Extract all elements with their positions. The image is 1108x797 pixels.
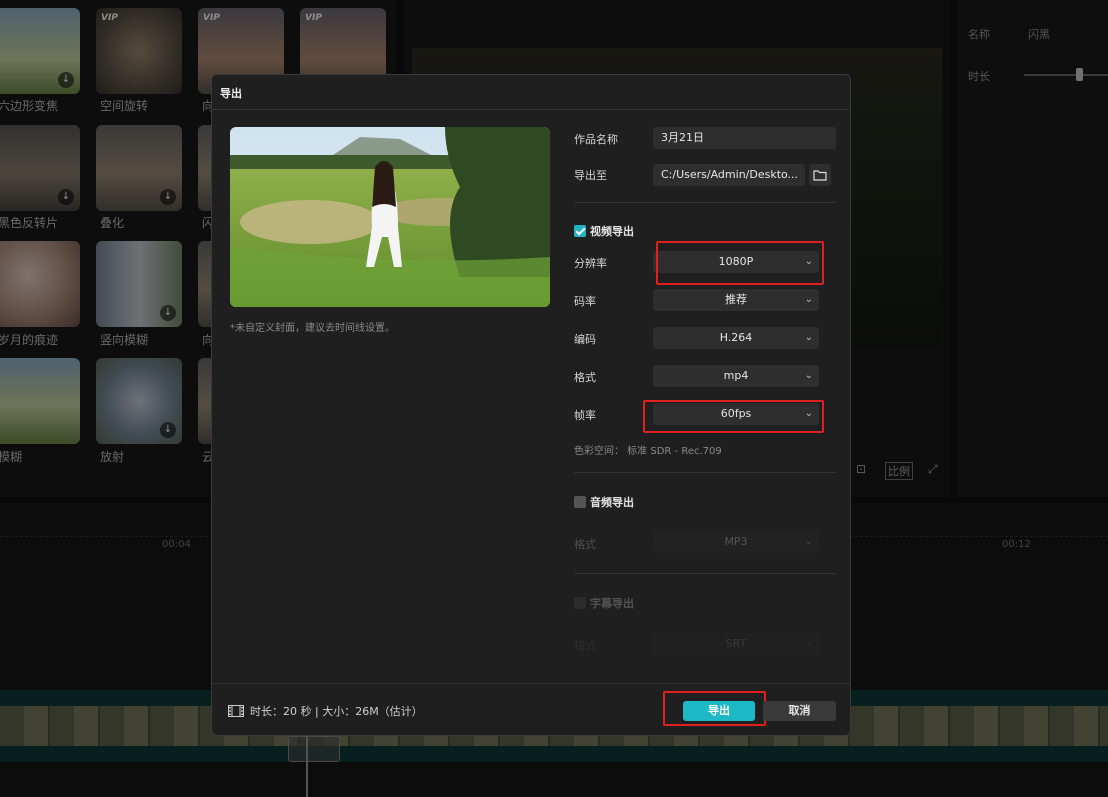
highlight-box-export [663, 691, 766, 726]
folder-button[interactable] [809, 164, 831, 186]
bitrate-select[interactable]: 推荐 ⌄ [653, 289, 819, 311]
video-export-label: 视频导出 [590, 225, 634, 238]
divider [212, 109, 850, 110]
film-icon [228, 705, 244, 717]
audio-export-label: 音频导出 [590, 496, 634, 509]
divider [574, 573, 836, 574]
framerate-label: 帧率 [574, 409, 596, 422]
subtitle-export-toggle[interactable]: 字幕导出 [574, 595, 634, 611]
cancel-button[interactable]: 取消 [763, 701, 836, 721]
subtitle-format-select[interactable]: SRT ⌄ [653, 633, 819, 655]
format-value: mp4 [723, 369, 749, 382]
audio-format-select[interactable]: MP3 ⌄ [653, 531, 819, 553]
video-export-toggle[interactable]: 视频导出 [574, 223, 634, 239]
colorspace-info: 色彩空间： 标准 SDR - Rec.709 [574, 446, 722, 457]
folder-icon [813, 170, 827, 181]
subtitle-format-label: 格式 [574, 639, 596, 652]
highlight-box-resolution [656, 241, 824, 285]
video-export-checkbox[interactable] [574, 225, 586, 237]
resolution-label: 分辨率 [574, 257, 607, 270]
duration-size-text: 时长：20 秒 | 大小：26M（估计） [250, 705, 423, 718]
export-dialog: 导出 *未自定义封面，建议去时间线设置。 作品名称 3月21日 导出至 C:/U… [211, 74, 851, 736]
subtitle-export-label: 字幕导出 [590, 597, 634, 610]
divider [574, 472, 836, 473]
codec-select[interactable]: H.264 ⌄ [653, 327, 819, 349]
audio-format-label: 格式 [574, 538, 596, 551]
export-path-input[interactable]: C:/Users/Admin/Deskto... [653, 164, 805, 186]
name-label: 作品名称 [574, 133, 618, 146]
chevron-down-icon: ⌄ [804, 370, 813, 381]
codec-value: H.264 [719, 331, 753, 344]
audio-export-toggle[interactable]: 音频导出 [574, 494, 634, 510]
subtitle-format-value: SRT [725, 637, 747, 650]
export-summary: 时长：20 秒 | 大小：26M（估计） [228, 703, 423, 719]
chevron-down-icon: ⌄ [804, 332, 813, 343]
highlight-box-framerate [643, 400, 824, 433]
divider [212, 683, 850, 684]
chevron-down-icon: ⌄ [804, 294, 813, 305]
chevron-down-icon: ⌄ [804, 638, 813, 649]
format-label: 格式 [574, 371, 596, 384]
cover-photo-icon [230, 127, 550, 307]
dialog-title: 导出 [220, 87, 242, 100]
bitrate-label: 码率 [574, 295, 596, 308]
audio-format-value: MP3 [724, 535, 748, 548]
codec-label: 编码 [574, 333, 596, 346]
format-select[interactable]: mp4 ⌄ [653, 365, 819, 387]
cover-image[interactable] [230, 127, 550, 307]
subtitle-export-checkbox[interactable] [574, 597, 586, 609]
audio-export-checkbox[interactable] [574, 496, 586, 508]
bitrate-value: 推荐 [725, 293, 747, 306]
cover-note: *未自定义封面，建议去时间线设置。 [230, 323, 395, 334]
chevron-down-icon: ⌄ [804, 536, 813, 547]
name-input[interactable]: 3月21日 [653, 127, 836, 149]
export-to-label: 导出至 [574, 169, 607, 182]
divider [574, 202, 836, 203]
